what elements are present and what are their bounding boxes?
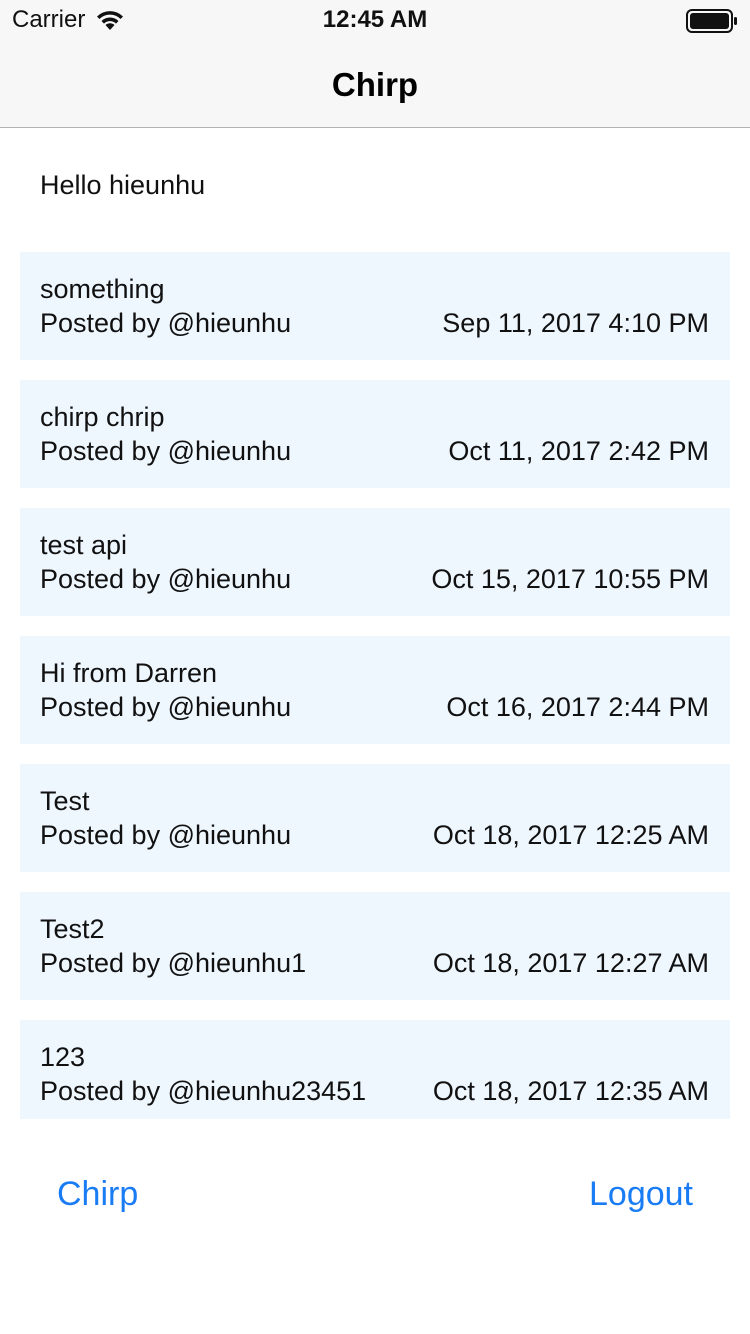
app-screen: Carrier 12:45 AM Chirp Hello hieunhu som… <box>0 0 750 1334</box>
post-card[interactable]: Test2 Posted by @hieunhu1 Oct 18, 2017 1… <box>20 892 730 1000</box>
post-date: Oct 16, 2017 2:44 PM <box>446 692 709 722</box>
post-date: Oct 18, 2017 12:35 AM <box>432 1076 709 1106</box>
status-bar: Carrier 12:45 AM <box>0 0 750 40</box>
post-author: Posted by @hieunhu <box>40 436 292 466</box>
post-card[interactable]: something Posted by @hieunhu Sep 11, 201… <box>20 252 730 360</box>
post-text: test api <box>40 530 128 560</box>
bottom-bar: Chirp Logout <box>0 1175 750 1225</box>
post-list[interactable]: something Posted by @hieunhu Sep 11, 201… <box>20 252 730 1119</box>
post-date: Oct 18, 2017 12:27 AM <box>432 948 709 978</box>
post-card[interactable]: 123 Posted by @hieunhu23451 Oct 18, 2017… <box>20 1020 730 1119</box>
post-card[interactable]: test api Posted by @hieunhu Oct 15, 2017… <box>20 508 730 616</box>
logout-button[interactable]: Logout <box>589 1175 693 1214</box>
post-text: 123 <box>40 1042 86 1072</box>
battery-icon <box>686 9 738 33</box>
top-bar: Carrier 12:45 AM Chirp <box>0 0 750 128</box>
post-text: chirp chrip <box>40 402 165 432</box>
post-date: Sep 11, 2017 4:10 PM <box>442 308 709 338</box>
post-text: Test2 <box>40 914 105 944</box>
greeting-text: Hello hieunhu <box>40 170 206 200</box>
chirp-button[interactable]: Chirp <box>57 1175 138 1214</box>
post-author: Posted by @hieunhu <box>40 692 292 722</box>
post-date: Oct 15, 2017 10:55 PM <box>431 564 709 594</box>
post-card[interactable]: chirp chrip Posted by @hieunhu Oct 11, 2… <box>20 380 730 488</box>
post-text: Test <box>40 786 90 816</box>
post-date: Oct 18, 2017 12:25 AM <box>432 820 709 850</box>
post-date: Oct 11, 2017 2:42 PM <box>448 436 709 466</box>
post-text: Hi from Darren <box>40 658 218 688</box>
post-author: Posted by @hieunhu <box>40 308 292 338</box>
post-author: Posted by @hieunhu1 <box>40 948 307 978</box>
nav-title: Chirp <box>331 66 419 103</box>
post-card[interactable]: Test Posted by @hieunhu Oct 18, 2017 12:… <box>20 764 730 872</box>
post-author: Posted by @hieunhu23451 <box>40 1076 367 1106</box>
status-time: 12:45 AM <box>322 6 428 33</box>
post-author: Posted by @hieunhu <box>40 820 292 850</box>
post-author: Posted by @hieunhu <box>40 564 292 594</box>
post-text: something <box>40 274 165 304</box>
post-card[interactable]: Hi from Darren Posted by @hieunhu Oct 16… <box>20 636 730 744</box>
